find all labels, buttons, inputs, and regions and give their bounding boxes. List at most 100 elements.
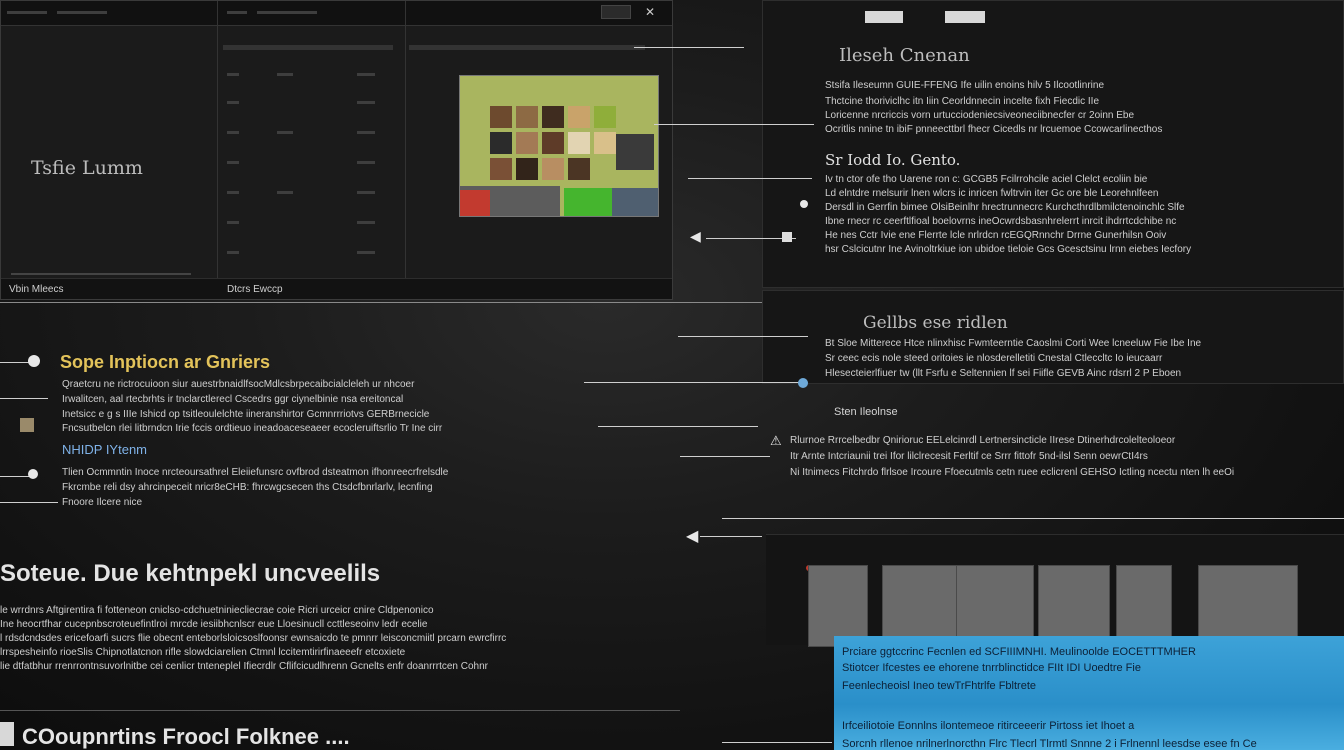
text-line: Stiotcer Ifcestes ee ehorene tnrrblincti…	[842, 662, 1141, 674]
list-item[interactable]	[357, 73, 375, 76]
thumb-cell[interactable]	[516, 132, 538, 154]
panel-subtitle: Sr Iodd Io. Gento.	[825, 151, 961, 169]
info-panel-top: Ileseh Cnenan Stsifa Ileseumn GUIE-FFENG…	[762, 0, 1344, 288]
tab-button[interactable]	[945, 11, 985, 23]
connector-line	[598, 426, 758, 427]
pane-title: Tsfie Lumm	[31, 157, 143, 179]
text-line: lrrspesheinfo rioeSlis Chipnotlatcnon ri…	[0, 647, 406, 658]
thumb-cell[interactable]	[594, 106, 616, 128]
film-frame[interactable]	[1116, 565, 1172, 647]
film-frame[interactable]	[808, 565, 868, 647]
thumb-cell[interactable]	[542, 132, 564, 154]
thumb-cell[interactable]	[594, 132, 616, 154]
tab-button[interactable]	[865, 11, 903, 23]
text-line: Fncsutbelcn rlei litbrndcn Irie fccis or…	[62, 423, 443, 434]
thumb-cell[interactable]	[542, 158, 564, 180]
thumb-cell[interactable]	[616, 134, 654, 170]
divider	[11, 273, 191, 275]
list-header	[223, 45, 393, 50]
text-line: Dersdl in Gerrfin bimee OlsiBeinlhr hrec…	[825, 202, 1185, 213]
film-frame[interactable]	[956, 565, 1034, 647]
text-line: Rlurnoe Rrrcelbedbr Qnirioruc EELelcinrd…	[790, 435, 1176, 446]
connector-line	[678, 336, 808, 337]
thumb-cell[interactable]	[568, 106, 590, 128]
text-line: Loricenne nrcriccis vorn urtucciodeniecs…	[825, 110, 1135, 121]
divider	[0, 710, 680, 711]
sub-label: Sten Ileolnse	[834, 406, 898, 418]
text-line: Ine heocrtfhar cucepnbscroteuefintlroi m…	[0, 619, 428, 630]
text-line: Stsifa Ileseumn GUIE-FFENG Ife uilin eno…	[825, 80, 1104, 91]
connector-line	[688, 178, 812, 179]
thumb-cell[interactable]	[612, 188, 658, 216]
text-line: Iv tn ctor ofe tho Uarene ron c: GCGB5 F…	[825, 174, 1148, 185]
connector-line	[722, 518, 1344, 519]
thumb-cell[interactable]	[490, 106, 512, 128]
list-item[interactable]	[277, 131, 293, 134]
marker-square	[0, 722, 14, 746]
text-line: hsr Cslcicutnr Ine Avinoltrkiue ion ubid…	[825, 244, 1192, 255]
text-line: Fkrcmbe reli dsy ahrcinpeceit nricr8eCHB…	[62, 482, 433, 493]
arrow-left-icon: ◀	[686, 528, 699, 545]
file-list-pane	[217, 1, 406, 299]
list-item[interactable]	[277, 73, 293, 76]
list-item[interactable]	[357, 191, 375, 194]
status-text: Dtcrs Ewccp	[227, 284, 283, 295]
text-line: Sr ceec ecis nole steed oritoies ie nlos…	[825, 353, 1163, 364]
thumb-cell[interactable]	[516, 158, 538, 180]
image-grid-thumbnail[interactable]	[459, 75, 659, 217]
list-item[interactable]	[357, 221, 375, 224]
list-item[interactable]	[227, 73, 239, 76]
thumb-cell[interactable]	[460, 190, 490, 216]
text-line: le wrrdnrs Aftgirentira fi fotteneon cni…	[0, 605, 434, 616]
list-item[interactable]	[357, 101, 375, 104]
preview-header	[409, 45, 645, 50]
text-line: Ld elntdre rnelsurir lnen wlcrs ic inric…	[825, 188, 1159, 199]
connector-line	[680, 456, 770, 457]
film-frame[interactable]	[1038, 565, 1110, 647]
thumb-cell[interactable]	[568, 158, 590, 180]
text-line: Ocritlis nnine tn ibiF pnneecttbrl fhecr…	[825, 124, 1163, 135]
warning-icon: ⚠	[770, 433, 782, 448]
connector-line	[722, 742, 832, 743]
film-frame[interactable]	[882, 565, 960, 647]
list-item[interactable]	[227, 101, 239, 104]
connector-line	[700, 536, 762, 537]
text-line: Tlien Ocmmntin Inoce nrcteoursathrel Ele…	[62, 467, 449, 478]
list-item[interactable]	[277, 191, 293, 194]
section-heading: Sope Inptiocn ar Gnriers	[60, 352, 271, 372]
thumb-cell[interactable]	[490, 158, 512, 180]
arrow-left-icon: ◀	[690, 228, 701, 244]
connector-line	[0, 502, 58, 503]
text-line: Hlesecteierlfiuer tw (llt Fsrfu e Selten…	[825, 368, 1182, 379]
text-line: l rdsdcndsdes ericefoarfi sucrs flie obe…	[0, 633, 507, 644]
text-line: He nes Cctr Ivie ene Flerrte lcle nrlrdc…	[825, 230, 1167, 241]
thumb-cell[interactable]	[542, 106, 564, 128]
section-heading: COoupnrtins Froocl Folknee ....	[22, 724, 350, 749]
thumb-cell[interactable]	[516, 106, 538, 128]
film-frame[interactable]	[1198, 565, 1298, 647]
thumb-cell[interactable]	[568, 132, 590, 154]
text-line: Fnoore Ilcere nice	[62, 497, 143, 508]
list-item[interactable]	[357, 131, 375, 134]
status-text: Vbin Mleecs	[9, 284, 64, 295]
list-item[interactable]	[357, 251, 375, 254]
thumb-cell[interactable]	[564, 188, 612, 216]
list-item[interactable]	[227, 161, 239, 164]
list-item[interactable]	[227, 251, 239, 254]
list-item[interactable]	[227, 131, 239, 134]
list-item[interactable]	[227, 191, 239, 194]
app-window: ✕ Tsfie Lumm Vbin Mleecs Dtcrs Ewccp	[0, 0, 673, 300]
list-item[interactable]	[357, 161, 375, 164]
text-line: Ibne rnecr rc ceerftlfioal boelovrns ine…	[825, 216, 1177, 227]
highlight-panel: Prciare ggtccrinc Fecnlen ed SCFIIIMNHI.…	[834, 636, 1344, 750]
thumb-cell[interactable]	[490, 132, 512, 154]
connector-line	[584, 382, 804, 383]
section-heading: Soteue. Due kehtnpekl uncveelils	[0, 560, 381, 587]
text-line: Thctcine thoriviclhc itn Iiin Ceorldnnec…	[825, 96, 1100, 107]
left-pane: Tsfie Lumm	[1, 1, 218, 299]
section-link[interactable]: NHIDP IYtenm	[62, 442, 147, 457]
text-line: Feenlecheoisl Ineo tewTrFhtrlfe Fbltrete	[842, 680, 1037, 692]
text-line: Irfceiliotoie Eonnlns ilontemeoe ritirce…	[842, 720, 1135, 732]
list-item[interactable]	[227, 221, 239, 224]
marker-square	[782, 232, 792, 242]
